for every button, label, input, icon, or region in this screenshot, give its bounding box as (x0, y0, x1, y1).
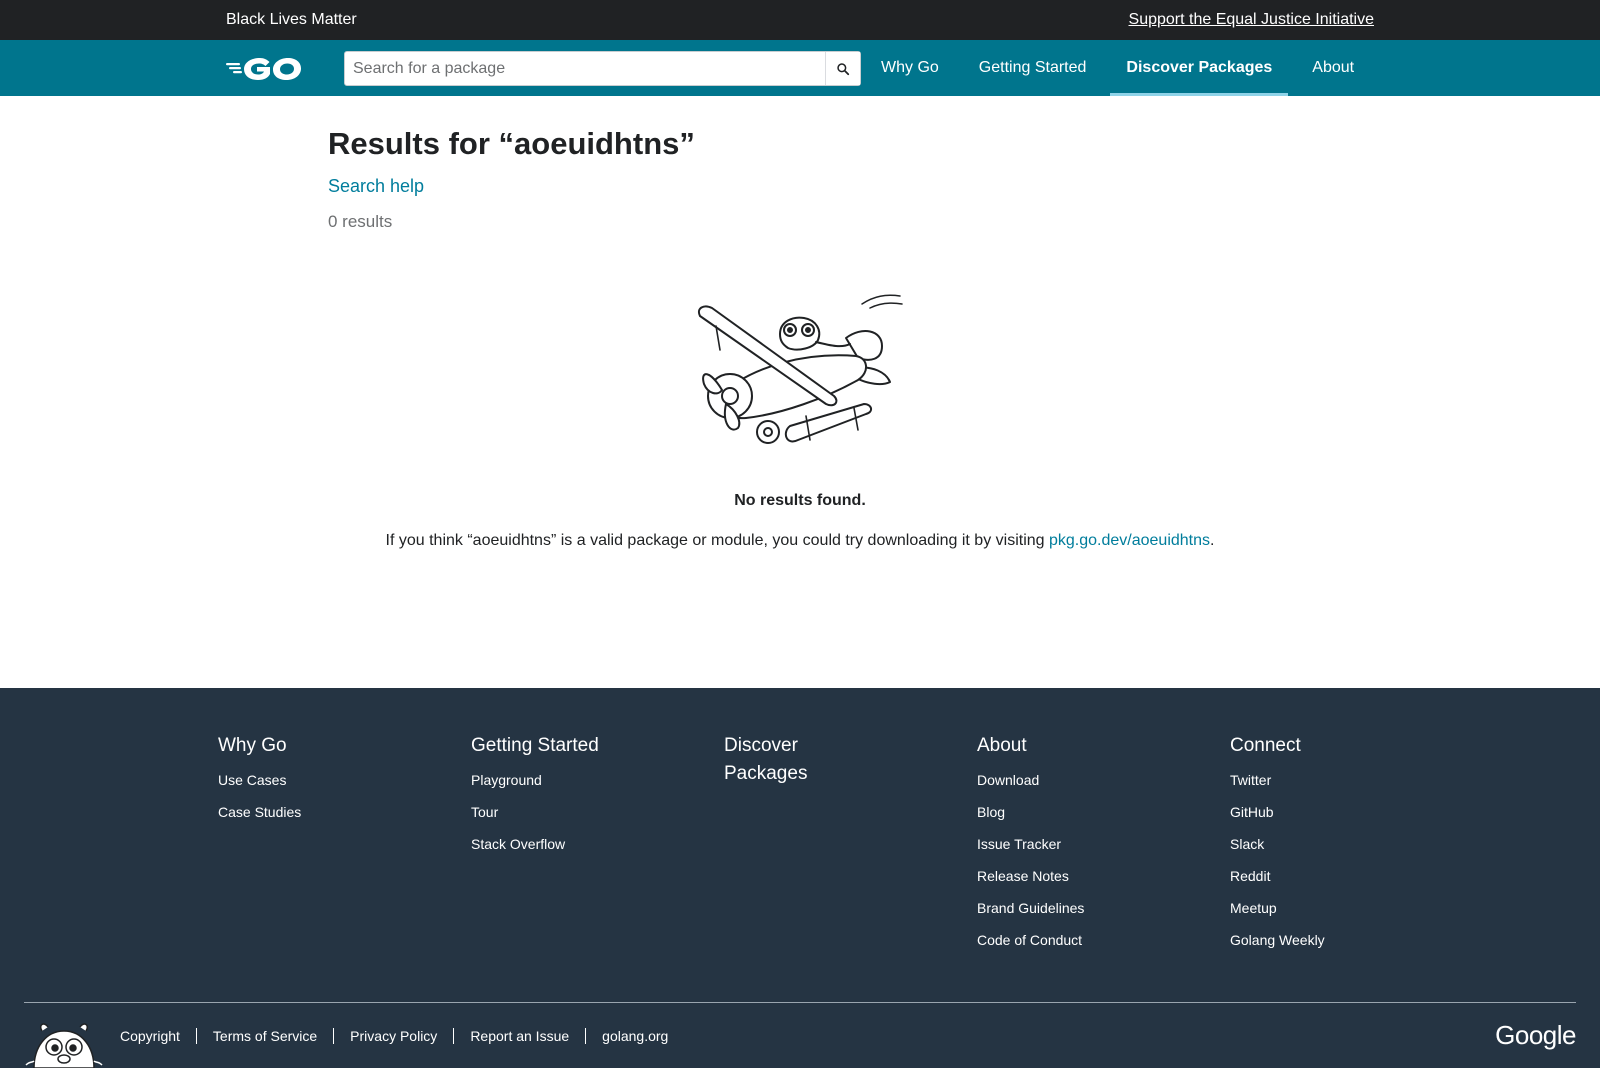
footer-privacy-link[interactable]: Privacy Policy (333, 1028, 453, 1044)
footer-link[interactable]: Brand Guidelines (977, 898, 1197, 930)
announcement-banner: Black Lives Matter Support the Equal Jus… (0, 0, 1600, 40)
footer-heading[interactable]: Getting Started (471, 732, 691, 760)
go-logo[interactable] (226, 54, 310, 82)
site-header: Why Go Getting Started Discover Packages… (0, 40, 1600, 96)
footer-link[interactable]: Release Notes (977, 866, 1197, 898)
google-logo[interactable]: Google (1495, 1020, 1576, 1051)
footer-terms-link[interactable]: Terms of Service (195, 1028, 333, 1044)
search-input[interactable] (345, 52, 826, 85)
search-icon (837, 62, 850, 75)
main-nav: Why Go Getting Started Discover Packages… (865, 40, 1378, 96)
footer-col-getting-started: Getting Started Playground Tour Stack Ov… (471, 732, 691, 866)
nav-why-go[interactable]: Why Go (865, 40, 955, 96)
footer-heading[interactable]: Why Go (218, 732, 438, 760)
footer-report-issue-link[interactable]: Report an Issue (453, 1028, 585, 1044)
gopher-logo-icon (25, 1023, 103, 1068)
footer-bottom-links: Copyright Terms of Service Privacy Polic… (120, 1028, 684, 1044)
pkg-download-link[interactable]: pkg.go.dev/aoeuidhtns (1049, 532, 1210, 549)
footer-divider (24, 1002, 1576, 1003)
footer-link[interactable]: Reddit (1230, 866, 1450, 898)
footer-heading[interactable]: Connect (1230, 732, 1450, 760)
eji-link[interactable]: Support the Equal Justice Initiative (1129, 11, 1374, 29)
footer-link[interactable]: Playground (471, 770, 691, 802)
footer-link[interactable]: Issue Tracker (977, 834, 1197, 866)
site-footer: Why Go Use Cases Case Studies Getting St… (0, 688, 1600, 1068)
footer-col-why-go: Why Go Use Cases Case Studies (218, 732, 438, 834)
page-title: Results for “aoeuidhtns” (328, 126, 695, 161)
footer-golang-org-link[interactable]: golang.org (585, 1028, 684, 1044)
footer-link[interactable]: Stack Overflow (471, 834, 691, 866)
footer-col-discover-packages: Discover Packages (724, 732, 844, 798)
footer-heading[interactable]: Discover Packages (724, 732, 844, 788)
results-count: 0 results (328, 212, 393, 231)
footer-link[interactable]: Download (977, 770, 1197, 802)
footer-link[interactable]: Slack (1230, 834, 1450, 866)
gopher-airplane-illustration (698, 294, 903, 444)
search-button[interactable] (825, 52, 860, 85)
footer-col-connect: Connect Twitter GitHub Slack Reddit Meet… (1230, 732, 1450, 962)
nav-discover-packages[interactable]: Discover Packages (1110, 40, 1289, 96)
footer-link[interactable]: GitHub (1230, 802, 1450, 834)
main-content: Results for “aoeuidhtns” Search help 0 r… (0, 96, 1600, 688)
no-results-message: No results found. (734, 492, 866, 509)
search-help-link[interactable]: Search help (328, 176, 424, 197)
suggest-suffix: . (1210, 532, 1215, 549)
suggest-prefix: If you think “aoeuidhtns” is a valid pac… (385, 532, 1049, 549)
nav-getting-started[interactable]: Getting Started (963, 40, 1103, 96)
footer-link[interactable]: Golang Weekly (1230, 930, 1450, 962)
footer-heading[interactable]: About (977, 732, 1197, 760)
footer-link[interactable]: Case Studies (218, 802, 438, 834)
package-search (344, 51, 861, 86)
footer-col-about: About Download Blog Issue Tracker Releas… (977, 732, 1197, 962)
nav-about[interactable]: About (1296, 40, 1370, 96)
footer-link[interactable]: Meetup (1230, 898, 1450, 930)
footer-link[interactable]: Twitter (1230, 770, 1450, 802)
blm-text: Black Lives Matter (226, 11, 357, 28)
download-suggestion: If you think “aoeuidhtns” is a valid pac… (0, 532, 1600, 550)
footer-link[interactable]: Code of Conduct (977, 930, 1197, 962)
footer-link[interactable]: Use Cases (218, 770, 438, 802)
footer-link[interactable]: Tour (471, 802, 691, 834)
footer-copyright-link[interactable]: Copyright (120, 1028, 196, 1044)
footer-link[interactable]: Blog (977, 802, 1197, 834)
